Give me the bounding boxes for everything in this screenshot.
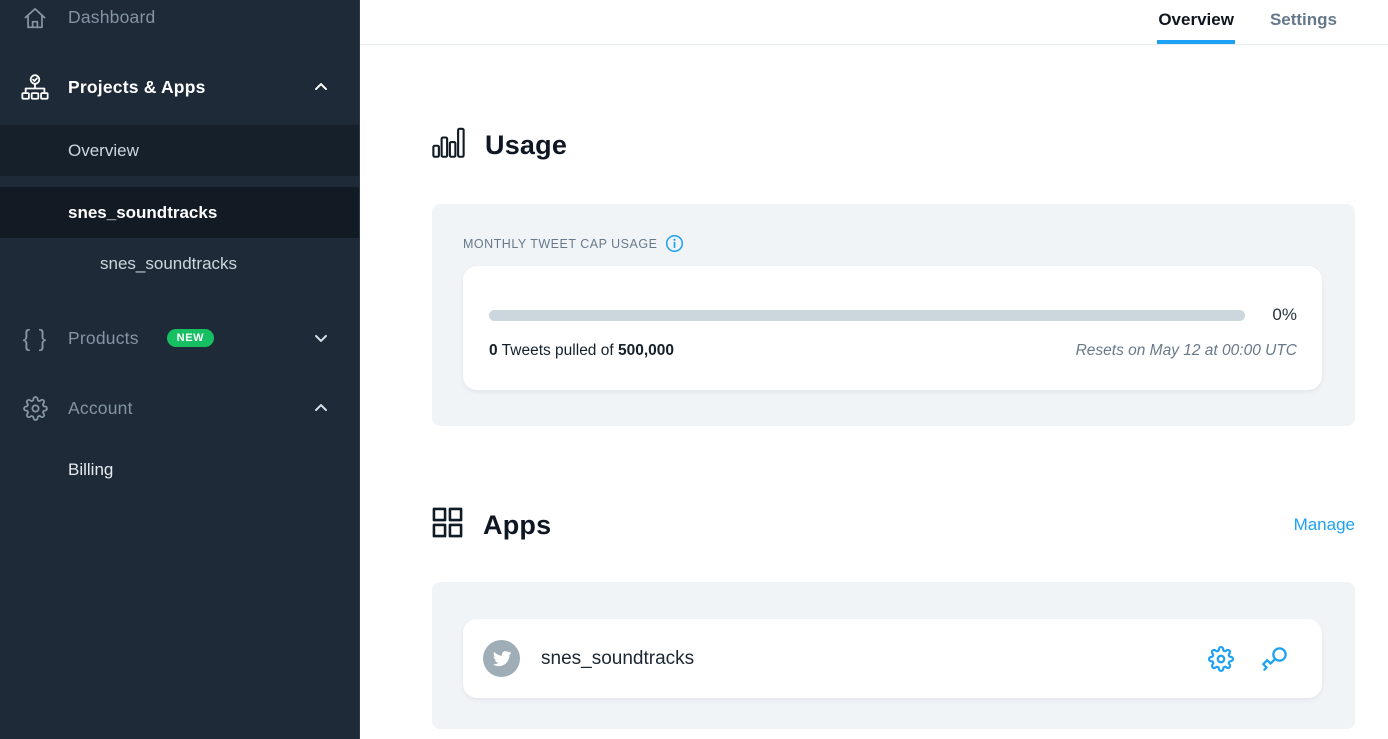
monthly-tweet-cap-card: MONTHLY TWEET CAP USAGE 0% bbox=[432, 204, 1355, 426]
sidebar-item-app-snes-soundtracks[interactable]: snes_soundtracks bbox=[0, 238, 359, 290]
sidebar-item-label: Projects & Apps bbox=[68, 77, 206, 98]
sidebar-item-label: Billing bbox=[68, 460, 113, 480]
manage-link[interactable]: Manage bbox=[1294, 515, 1355, 535]
sidebar-item-label: snes_soundtracks bbox=[68, 203, 217, 223]
app-row[interactable]: snes_soundtracks bbox=[463, 619, 1322, 698]
tab-overview[interactable]: Overview bbox=[1157, 0, 1235, 44]
app-name: snes_soundtracks bbox=[541, 648, 694, 670]
sidebar-item-products[interactable]: { } Products NEW bbox=[0, 312, 359, 364]
monthly-tweet-cap-label: MONTHLY TWEET CAP USAGE bbox=[463, 237, 657, 251]
usage-progress-card: 0% 0 Tweets pulled of 500,000 Resets on … bbox=[463, 266, 1322, 390]
usage-title: Usage bbox=[485, 130, 567, 161]
twitter-icon bbox=[492, 649, 512, 669]
chevron-up-icon bbox=[311, 77, 331, 97]
sidebar-item-projects-apps[interactable]: Projects & Apps bbox=[0, 62, 359, 112]
content-area: Usage MONTHLY TWEET CAP USAGE bbox=[360, 45, 1388, 729]
usage-section-heading: Usage bbox=[432, 127, 1355, 164]
braces-icon: { } bbox=[19, 325, 51, 352]
new-badge: NEW bbox=[167, 329, 214, 347]
sidebar-item-label: Dashboard bbox=[68, 7, 155, 28]
sidebar-item-label: Products bbox=[68, 328, 139, 349]
apps-card: snes_soundtracks bbox=[432, 582, 1355, 729]
org-chart-icon bbox=[19, 73, 51, 101]
home-icon bbox=[19, 5, 51, 31]
sidebar-item-account[interactable]: Account bbox=[0, 382, 359, 434]
topbar: Overview Settings bbox=[360, 0, 1388, 45]
app-settings-gear-icon[interactable] bbox=[1208, 646, 1234, 672]
apps-section-heading: Apps Manage bbox=[432, 507, 1355, 543]
grid-icon bbox=[432, 507, 463, 543]
tab-settings[interactable]: Settings bbox=[1269, 0, 1338, 44]
info-icon[interactable] bbox=[665, 234, 684, 253]
chevron-up-icon bbox=[311, 398, 331, 418]
sidebar-item-label: Overview bbox=[68, 141, 139, 161]
main-content: Overview Settings Usage MONTHLY TWEET CA… bbox=[360, 0, 1388, 739]
reset-note: Resets on May 12 at 00:00 UTC bbox=[1076, 342, 1297, 360]
sidebar-item-billing[interactable]: Billing bbox=[0, 444, 359, 496]
sidebar: Dashboard Projects & Apps Overview snes_… bbox=[0, 0, 360, 739]
tweets-pulled-text: 0 Tweets pulled of 500,000 bbox=[489, 342, 674, 360]
sidebar-item-label: Account bbox=[68, 398, 133, 419]
gear-icon bbox=[19, 396, 51, 421]
bar-chart-icon bbox=[432, 127, 465, 164]
sidebar-item-dashboard[interactable]: Dashboard bbox=[0, 0, 359, 40]
sidebar-item-project-snes-soundtracks[interactable]: snes_soundtracks bbox=[0, 187, 359, 238]
apps-title: Apps bbox=[483, 510, 551, 541]
app-key-icon[interactable] bbox=[1261, 645, 1288, 672]
sidebar-item-label: snes_soundtracks bbox=[100, 254, 237, 274]
tweet-cap-progress-bar bbox=[489, 310, 1245, 321]
tweet-cap-percent: 0% bbox=[1272, 305, 1297, 325]
chevron-down-icon bbox=[311, 328, 331, 348]
sidebar-item-overview[interactable]: Overview bbox=[0, 125, 359, 176]
app-avatar bbox=[483, 640, 520, 677]
